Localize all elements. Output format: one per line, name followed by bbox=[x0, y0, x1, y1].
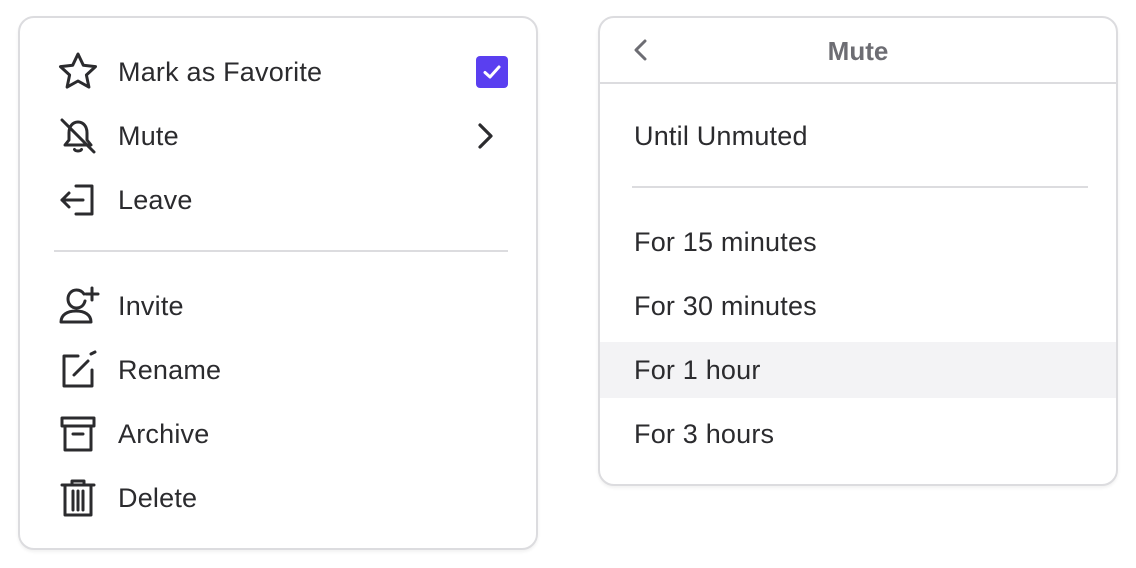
menu-item-label: Invite bbox=[118, 290, 184, 321]
menu-item-leave[interactable]: Leave bbox=[20, 172, 536, 228]
archive-icon bbox=[56, 412, 100, 456]
submenu-title: Mute bbox=[827, 36, 889, 66]
favorite-checkbox[interactable] bbox=[476, 56, 508, 88]
menu-divider bbox=[54, 250, 508, 252]
menu-item-label: Mute bbox=[118, 120, 179, 151]
star-icon bbox=[56, 50, 100, 94]
trash-icon bbox=[56, 476, 100, 520]
mute-option-label: For 30 minutes bbox=[634, 290, 817, 321]
mute-option-label: For 1 hour bbox=[634, 354, 761, 385]
leave-icon bbox=[56, 178, 100, 222]
menu-item-archive[interactable]: Archive bbox=[20, 406, 536, 462]
menu-item-delete[interactable]: Delete bbox=[20, 470, 536, 526]
mute-option-1-hour[interactable]: For 1 hour bbox=[600, 342, 1116, 398]
mute-option-30-minutes[interactable]: For 30 minutes bbox=[600, 278, 1116, 334]
submenu-header: Mute bbox=[600, 18, 1116, 84]
checkmark-icon bbox=[483, 65, 501, 79]
mute-option-15-minutes[interactable]: For 15 minutes bbox=[600, 214, 1116, 270]
mute-option-3-hours[interactable]: For 3 hours bbox=[600, 406, 1116, 462]
menu-item-rename[interactable]: Rename bbox=[20, 342, 536, 398]
menu-item-label: Mark as Favorite bbox=[118, 56, 323, 87]
menu-item-invite[interactable]: Invite bbox=[20, 278, 536, 334]
chevron-right-icon bbox=[478, 123, 493, 149]
mute-option-label: Until Unmuted bbox=[634, 120, 808, 151]
menu-item-label: Archive bbox=[118, 418, 210, 449]
mute-option-label: For 15 minutes bbox=[634, 226, 817, 257]
menu-divider bbox=[632, 186, 1088, 188]
menu-item-label: Rename bbox=[118, 354, 222, 385]
mute-submenu: Mute Until Unmuted For 15 minutes For 30… bbox=[598, 16, 1118, 486]
channel-context-menu: Mark as Favorite Mute Leave Invite Renam… bbox=[18, 16, 538, 550]
menu-item-label: Delete bbox=[118, 482, 198, 513]
mute-option-until-unmuted[interactable]: Until Unmuted bbox=[600, 108, 1116, 164]
user-plus-icon bbox=[56, 284, 100, 328]
menu-item-mute[interactable]: Mute bbox=[20, 108, 536, 164]
edit-icon bbox=[56, 348, 100, 392]
menu-item-mark-as-favorite[interactable]: Mark as Favorite bbox=[20, 44, 536, 100]
bell-off-icon bbox=[56, 114, 100, 158]
menu-item-label: Leave bbox=[118, 184, 193, 215]
mute-option-label: For 3 hours bbox=[634, 418, 775, 449]
